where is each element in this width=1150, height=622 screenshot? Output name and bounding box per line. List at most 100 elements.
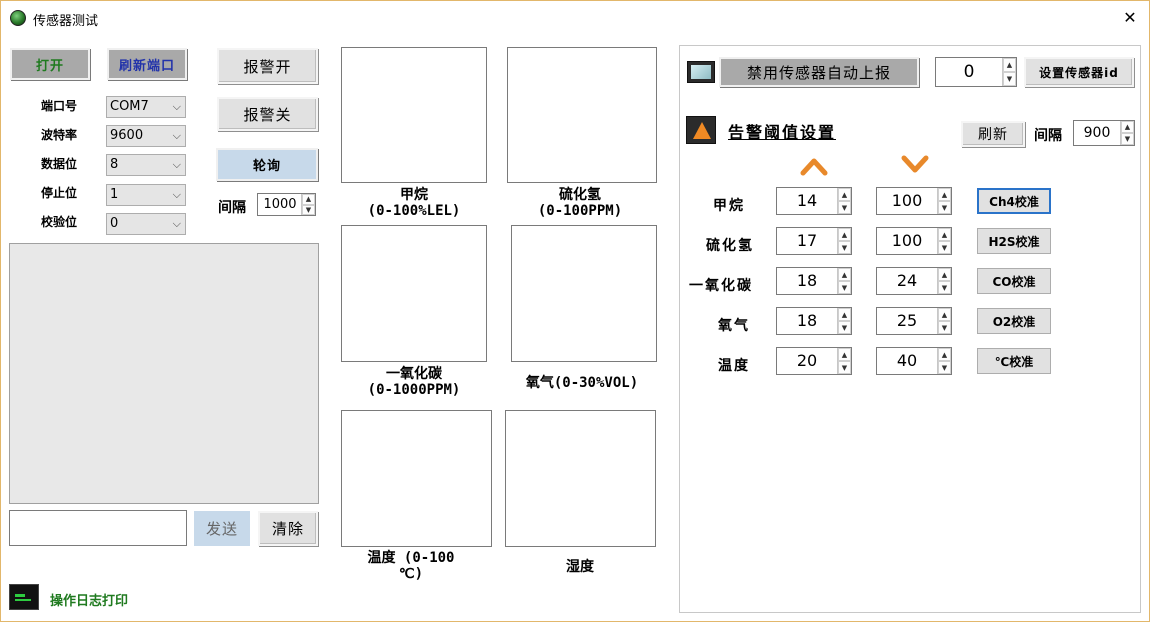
gauge-co-label: 一氧化碳 (0-1000PPM) — [341, 366, 487, 398]
threshold-low-stepper[interactable]: 17 ▲ ▼ — [776, 227, 852, 255]
warning-icon — [686, 116, 716, 144]
threshold-interval-stepper[interactable]: 900 ▲ ▼ — [1073, 120, 1135, 146]
terminal-icon — [9, 584, 39, 610]
stepper-up-icon[interactable]: ▲ — [938, 228, 951, 241]
chevron-down-icon: ⌵ — [172, 158, 181, 171]
title-bar: 传感器测试 ✕ — [1, 1, 1149, 35]
threshold-high-stepper[interactable]: 24 ▲ ▼ — [876, 267, 952, 295]
set-sensor-id-button[interactable]: 设置传感器id — [1024, 57, 1134, 87]
monitor-icon — [687, 61, 715, 83]
poll-interval-label: 间隔 — [218, 200, 246, 216]
threshold-row-label: 温度 — [718, 358, 750, 374]
clear-button[interactable]: 清除 — [258, 511, 318, 546]
threshold-low-value: 18 — [796, 271, 818, 290]
databits-select[interactable]: 8 ⌵ — [106, 154, 186, 176]
stepper-down-icon[interactable]: ▼ — [1121, 133, 1134, 145]
stepper-up-icon[interactable]: ▲ — [938, 268, 951, 281]
log-output-area[interactable] — [9, 243, 319, 504]
gauge-co-title: 一氧化碳 — [386, 366, 442, 382]
gauge-ch4-label: 甲烷 (0-100%LEL) — [341, 187, 487, 219]
stepper-down-icon[interactable]: ▼ — [838, 281, 851, 294]
stepper-up-icon[interactable]: ▲ — [838, 308, 851, 321]
sensor-id-stepper[interactable]: 0 ▲ ▼ — [935, 57, 1017, 87]
gauge-h2s-label: 硫化氢 (0-100PPM) — [507, 187, 653, 219]
stepper-up-icon[interactable]: ▲ — [1003, 58, 1016, 72]
stepper-up-icon[interactable]: ▲ — [838, 348, 851, 361]
stepper-down-icon[interactable]: ▼ — [938, 361, 951, 374]
threshold-interval-value: 900 — [1083, 125, 1111, 141]
threshold-high-stepper[interactable]: 25 ▲ ▼ — [876, 307, 952, 335]
threshold-low-stepper[interactable]: 20 ▲ ▼ — [776, 347, 852, 375]
threshold-high-stepper[interactable]: 100 ▲ ▼ — [876, 227, 952, 255]
alarm-off-button[interactable]: 报警关 — [217, 97, 318, 131]
chevron-down-icon: ⌵ — [172, 217, 181, 230]
chevron-down-icon: ⌵ — [172, 129, 181, 142]
baud-select[interactable]: 9600 ⌵ — [106, 125, 186, 147]
stepper-down-icon[interactable]: ▼ — [938, 321, 951, 334]
app-icon — [10, 10, 26, 26]
port-select[interactable]: COM7 ⌵ — [106, 96, 186, 118]
threshold-low-stepper[interactable]: 18 ▲ ▼ — [776, 307, 852, 335]
threshold-high-value: 100 — [891, 231, 923, 250]
threshold-row-label: 硫化氢 — [706, 238, 754, 254]
log-print-label: 操作日志打印 — [50, 594, 129, 609]
parity-select[interactable]: 0 ⌵ — [106, 213, 186, 235]
poll-button[interactable]: 轮询 — [216, 148, 318, 181]
stopbits-select[interactable]: 1 ⌵ — [106, 184, 186, 206]
refresh-port-button[interactable]: 刷新端口 — [107, 48, 187, 80]
send-button[interactable]: 发送 — [194, 511, 250, 546]
stepper-up-icon[interactable]: ▲ — [938, 188, 951, 201]
threshold-low-stepper[interactable]: 14 ▲ ▼ — [776, 187, 852, 215]
calibrate-button[interactable]: CO校准 — [977, 268, 1051, 294]
stepper-down-icon[interactable]: ▼ — [938, 201, 951, 214]
gauge-humidity-label: 湿度 — [505, 559, 655, 575]
app-window: 传感器测试 ✕ 打开 刷新端口 端口号 COM7 ⌵ 波特率 9600 ⌵ 数据… — [0, 0, 1150, 622]
calibrate-button[interactable]: Ch4校准 — [977, 188, 1051, 214]
refresh-threshold-button[interactable]: 刷新 — [961, 121, 1025, 147]
port-value: COM7 — [110, 99, 149, 114]
stepper-down-icon[interactable]: ▼ — [302, 204, 315, 215]
stepper-up-icon[interactable]: ▲ — [838, 228, 851, 241]
threshold-low-value: 17 — [796, 231, 818, 250]
threshold-row-label: 氧气 — [718, 318, 750, 334]
gauge-ch4-range: (0-100%LEL) — [367, 203, 461, 219]
stepper-down-icon[interactable]: ▼ — [838, 201, 851, 214]
stepper-up-icon[interactable]: ▲ — [938, 308, 951, 321]
stepper-down-icon[interactable]: ▼ — [838, 361, 851, 374]
stepper-down-icon[interactable]: ▼ — [838, 321, 851, 334]
open-port-button[interactable]: 打开 — [10, 48, 90, 80]
threshold-low-value: 18 — [796, 311, 818, 330]
gauge-temperature-label: 温度 (0-100 ℃) — [341, 550, 481, 582]
alarm-on-button[interactable]: 报警开 — [217, 48, 318, 84]
gauge-o2-label: 氧气(0-30%VOL) — [507, 375, 657, 391]
stepper-down-icon[interactable]: ▼ — [938, 281, 951, 294]
stepper-up-icon[interactable]: ▲ — [1121, 121, 1134, 133]
stepper-up-icon[interactable]: ▲ — [302, 194, 315, 205]
stepper-down-icon[interactable]: ▼ — [1003, 72, 1016, 86]
window-title: 传感器测试 — [33, 14, 99, 29]
stepper-up-icon[interactable]: ▲ — [938, 348, 951, 361]
calibrate-button[interactable]: H2S校准 — [977, 228, 1051, 254]
stopbits-value: 1 — [110, 187, 119, 202]
chevron-up-icon — [800, 158, 828, 176]
baud-value: 9600 — [110, 128, 144, 143]
send-input[interactable] — [9, 510, 187, 546]
stepper-down-icon[interactable]: ▼ — [938, 241, 951, 254]
threshold-row-label: 甲烷 — [713, 198, 745, 214]
poll-interval-stepper[interactable]: 1000 ▲ ▼ — [257, 193, 316, 216]
threshold-row-label: 一氧化碳 — [689, 278, 753, 294]
threshold-high-stepper[interactable]: 40 ▲ ▼ — [876, 347, 952, 375]
threshold-low-stepper[interactable]: 18 ▲ ▼ — [776, 267, 852, 295]
gauge-h2s — [507, 47, 657, 183]
stopbits-label: 停止位 — [41, 186, 78, 200]
calibrate-button[interactable]: ℃校准 — [977, 348, 1051, 374]
stepper-down-icon[interactable]: ▼ — [838, 241, 851, 254]
gauge-co-range: (0-1000PPM) — [367, 382, 461, 398]
threshold-high-stepper[interactable]: 100 ▲ ▼ — [876, 187, 952, 215]
stepper-up-icon[interactable]: ▲ — [838, 268, 851, 281]
calibrate-button[interactable]: O2校准 — [977, 308, 1051, 334]
close-button[interactable]: ✕ — [1113, 5, 1147, 31]
stepper-up-icon[interactable]: ▲ — [838, 188, 851, 201]
gauge-ch4 — [341, 47, 487, 183]
disable-auto-report-button[interactable]: 禁用传感器自动上报 — [719, 57, 919, 87]
